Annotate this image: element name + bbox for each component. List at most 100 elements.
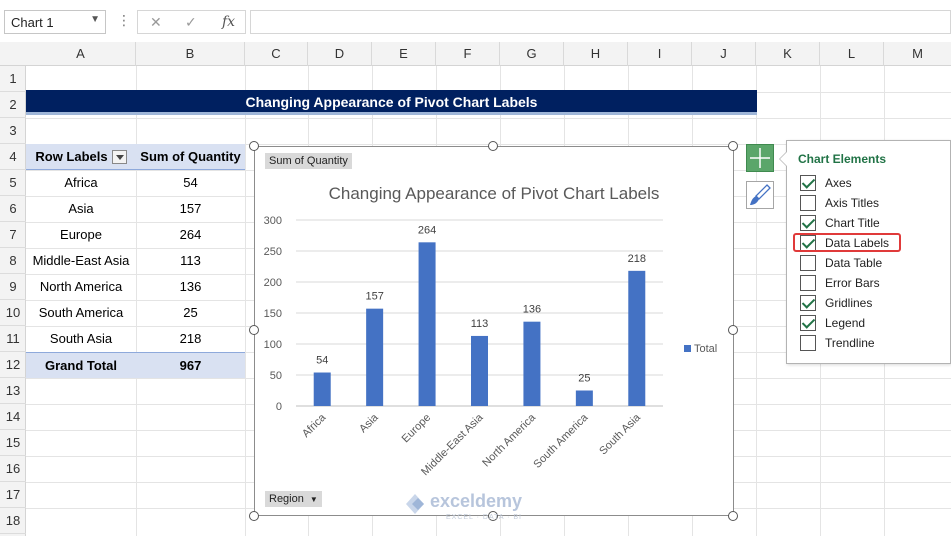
pivot-chart[interactable]: Sum of Quantity Region ▼ Changing Appear…: [254, 146, 734, 516]
row-header[interactable]: 16: [0, 456, 26, 482]
grand-total-value: 967: [179, 358, 202, 373]
row-header[interactable]: 18: [0, 508, 26, 534]
enter-icon[interactable]: ✓: [185, 14, 197, 31]
data-label[interactable]: 54: [316, 355, 328, 367]
column-header[interactable]: C: [245, 42, 308, 66]
data-label[interactable]: 264: [418, 224, 436, 236]
row-headers: 1 2 3 4 5 6 7 8 9 10 11 12 13 14 15 16 1…: [0, 66, 26, 536]
chart-element-label: Data Table: [825, 256, 883, 270]
x-tick-label: Africa: [300, 411, 329, 440]
bar[interactable]: [575, 390, 593, 407]
column-header[interactable]: M: [884, 42, 951, 66]
bar[interactable]: [313, 372, 331, 406]
checkbox-gridlines[interactable]: [800, 295, 816, 311]
column-header[interactable]: K: [756, 42, 820, 66]
chevron-down-icon[interactable]: ▼: [90, 14, 100, 25]
column-header[interactable]: J: [692, 42, 756, 66]
column-header[interactable]: G: [500, 42, 564, 66]
data-label[interactable]: 157: [365, 291, 383, 303]
fx-icon[interactable]: fx: [222, 14, 235, 30]
pivot-row[interactable]: Europe 264: [26, 222, 245, 248]
y-tick-label: 0: [276, 401, 282, 413]
column-header[interactable]: H: [564, 42, 628, 66]
more-options-icon[interactable]: ⋮: [117, 12, 131, 29]
checkbox-error-bars[interactable]: [800, 275, 816, 291]
formula-input[interactable]: [250, 10, 951, 34]
pivot-row-label: Middle-East Asia: [32, 253, 130, 268]
paintbrush-icon: [750, 184, 771, 205]
x-tick-label: Europe: [400, 412, 434, 446]
row-header[interactable]: 15: [0, 430, 26, 456]
chart-element-label: Axes: [825, 176, 852, 190]
row-header[interactable]: 3: [0, 118, 26, 144]
exceldemy-watermark: exceldemy EXCEL · DATA · BI: [404, 490, 554, 529]
row-header[interactable]: 8: [0, 248, 26, 274]
chart-element-label: Trendline: [825, 336, 875, 350]
row-header[interactable]: 2: [0, 92, 26, 118]
cancel-icon[interactable]: ✕: [150, 14, 162, 31]
row-header[interactable]: 13: [0, 378, 26, 404]
watermark-tagline: EXCEL · DATA · BI: [446, 514, 522, 521]
pivot-row-label: South Asia: [49, 331, 113, 346]
row-header[interactable]: 9: [0, 274, 26, 300]
bar[interactable]: [366, 308, 384, 406]
bar[interactable]: [471, 335, 488, 406]
column-header[interactable]: A: [26, 42, 136, 66]
checkbox-trendline[interactable]: [800, 335, 816, 351]
chart-styles-button[interactable]: [746, 181, 774, 209]
data-label[interactable]: 113: [471, 318, 489, 330]
checkbox-data-table[interactable]: [800, 255, 816, 271]
filter-dropdown-icon[interactable]: [111, 149, 127, 164]
sum-of-quantity-header[interactable]: Sum of Quantity: [136, 144, 245, 170]
pivot-row[interactable]: North America 136: [26, 274, 245, 300]
chart-elements-button[interactable]: [746, 144, 774, 172]
data-label[interactable]: 136: [523, 304, 541, 316]
checkbox-chart-title[interactable]: [800, 215, 816, 231]
pivot-row-value: 157: [179, 201, 202, 216]
data-label[interactable]: 218: [628, 253, 646, 265]
data-label[interactable]: 25: [578, 373, 590, 385]
row-header[interactable]: 11: [0, 326, 26, 352]
resize-handle[interactable]: [488, 141, 498, 151]
bar[interactable]: [628, 270, 646, 406]
pivot-row[interactable]: Middle-East Asia 113: [26, 248, 245, 274]
column-header[interactable]: D: [308, 42, 372, 66]
pivot-row[interactable]: South America 25: [26, 300, 245, 326]
sheet-title-banner[interactable]: Changing Appearance of Pivot Chart Label…: [26, 90, 757, 115]
checkbox-legend[interactable]: [800, 315, 816, 331]
resize-handle[interactable]: [728, 511, 738, 521]
row-header[interactable]: 12: [0, 352, 26, 378]
row-labels-header[interactable]: Row Labels: [35, 149, 107, 164]
resize-handle[interactable]: [249, 511, 259, 521]
checkbox-axis-titles[interactable]: [800, 195, 816, 211]
row-header[interactable]: 7: [0, 222, 26, 248]
column-header[interactable]: F: [436, 42, 500, 66]
row-header[interactable]: 14: [0, 404, 26, 430]
pivot-row[interactable]: South Asia 218: [26, 326, 245, 352]
row-header[interactable]: 6: [0, 196, 26, 222]
chart-title[interactable]: Changing Appearance of Pivot Chart Label…: [329, 184, 660, 203]
row-header[interactable]: 1: [0, 66, 26, 92]
pivot-row-value: 25: [183, 305, 198, 320]
pivot-row[interactable]: Africa 54: [26, 170, 245, 196]
resize-handle[interactable]: [249, 325, 259, 335]
pivot-row[interactable]: Asia 157: [26, 196, 245, 222]
y-axis-ticks: 0 50 100 150 200 250 300: [264, 215, 282, 413]
row-header[interactable]: 17: [0, 482, 26, 508]
column-header[interactable]: L: [820, 42, 884, 66]
name-box[interactable]: Chart 1 ▼: [4, 10, 106, 34]
bar[interactable]: [523, 321, 541, 406]
resize-handle[interactable]: [728, 141, 738, 151]
resize-handle[interactable]: [249, 141, 259, 151]
pivot-grand-total-row[interactable]: Grand Total 967: [26, 352, 245, 378]
column-header[interactable]: B: [136, 42, 245, 66]
row-header[interactable]: 4: [0, 144, 26, 170]
row-header[interactable]: 5: [0, 170, 26, 196]
legend[interactable]: Total: [684, 343, 717, 355]
row-header[interactable]: 10: [0, 300, 26, 326]
column-header[interactable]: I: [628, 42, 692, 66]
resize-handle[interactable]: [728, 325, 738, 335]
bar[interactable]: [418, 242, 436, 406]
column-header[interactable]: E: [372, 42, 436, 66]
checkbox-axes[interactable]: [800, 175, 816, 191]
